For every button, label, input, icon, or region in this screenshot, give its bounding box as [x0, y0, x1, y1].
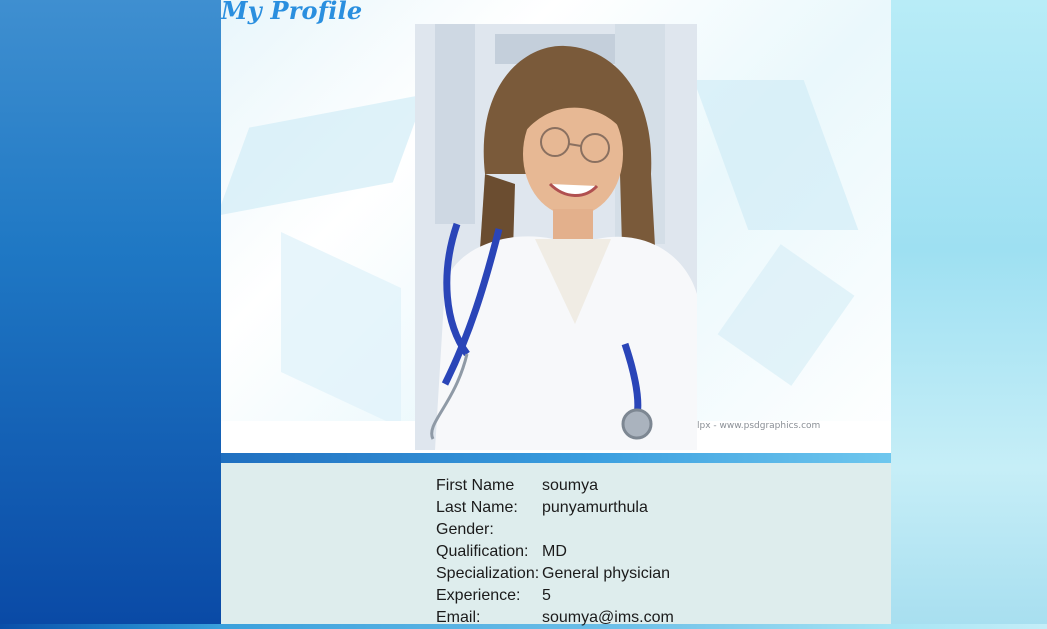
profile-row-qualification: Qualification: MD	[436, 541, 676, 563]
field-value: punyamurthula	[542, 499, 648, 516]
background-shard	[221, 94, 425, 216]
background-shard	[717, 244, 855, 386]
profile-row-experience: Experience: 5	[436, 585, 676, 607]
background-shard	[693, 80, 859, 230]
profile-row-email: Email: soumya@ims.com	[436, 607, 676, 629]
field-label: Qualification:	[436, 543, 529, 560]
profile-container: My Profile lpx - www.psdgraphics.com Fir…	[221, 0, 891, 626]
field-label: Email:	[436, 609, 481, 626]
profile-row-specialization: Specialization: General physician	[436, 563, 676, 585]
profile-row-gender: Gender:	[436, 519, 676, 541]
background-shard	[281, 232, 401, 428]
field-value: MD	[542, 543, 567, 560]
field-value: soumya@ims.com	[542, 609, 674, 626]
field-value: General physician	[542, 565, 671, 582]
page-background-right	[891, 0, 1047, 624]
field-label: Specialization:	[436, 565, 540, 582]
field-label: Experience:	[436, 587, 521, 604]
profile-header: My Profile lpx - www.psdgraphics.com	[221, 0, 891, 453]
profile-details-table: First Name soumya Last Name: punyamurthu…	[436, 475, 676, 629]
section-divider	[221, 453, 891, 463]
page-title: My Profile	[221, 0, 363, 25]
field-label: First Name	[436, 477, 515, 494]
page-background-left	[0, 0, 221, 624]
field-label: Gender:	[436, 521, 494, 538]
profile-info-panel: First Name soumya Last Name: punyamurthu…	[221, 463, 891, 626]
field-value	[542, 519, 676, 541]
profile-row-first-name: First Name soumya	[436, 475, 676, 497]
field-value: 5	[542, 587, 551, 604]
profile-row-last-name: Last Name: punyamurthula	[436, 497, 676, 519]
field-label: Last Name:	[436, 499, 518, 516]
doctor-profile-photo	[415, 24, 697, 450]
field-value: soumya	[542, 477, 599, 494]
image-watermark: lpx - www.psdgraphics.com	[697, 421, 821, 431]
